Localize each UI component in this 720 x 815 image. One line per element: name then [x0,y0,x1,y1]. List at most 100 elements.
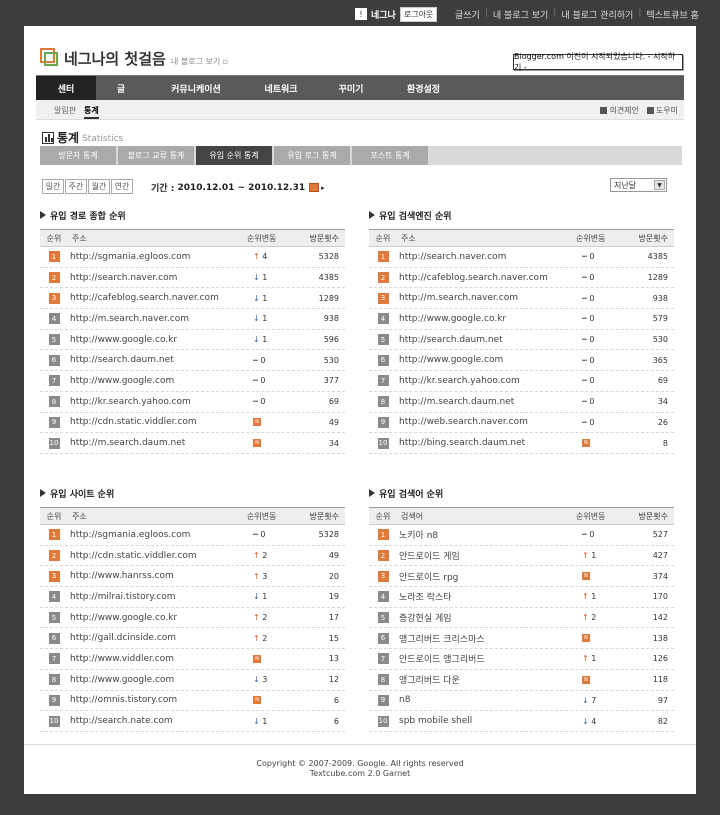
nav-network[interactable]: 네트워크 [246,76,316,100]
ranking-table: 순위 주소 순위변동 방문횟수 1 http://sgmania.egloos.com ↑ … [40,229,345,454]
row-name[interactable]: http://search.daum.net [68,355,243,365]
ranking-table: 순위 검색어 순위변동 방문횟수 1 노키아 n8 ━ 0 527 2 안드로이드 게임 ↑ 1 42… [369,507,674,732]
subnav-dashboard[interactable]: 알림판 [54,105,76,116]
user-icon: ! [355,8,367,20]
row-name[interactable]: http://cafeblog.search.naver.com [68,293,243,303]
col-name: 주소 [401,233,416,243]
tab-inflow-rank-stats[interactable]: 유입 순위 통계 [196,146,272,165]
link-textcube-home[interactable]: 텍스트큐브 홈 [646,8,699,21]
row-name[interactable]: http://m.search.daum.net [397,397,572,407]
row-name[interactable]: http://sgmania.egloos.com [68,252,243,262]
link-write[interactable]: 글쓰기 [455,8,480,21]
row-name[interactable]: http://www.google.com [68,376,243,386]
help-label: 도우미 [655,106,678,115]
row-name[interactable]: http://bing.search.daum.net [397,438,572,448]
row-name[interactable]: http://search.naver.com [397,252,572,262]
row-name[interactable]: http://www.google.com [397,355,572,365]
col-count: 방문횟수 [638,511,668,521]
help-link[interactable]: 도우미 [646,105,678,116]
period-select[interactable]: 지난달 ▼ [610,178,667,192]
row-name[interactable]: http://omnis.tistory.com [68,695,243,705]
change-value: 0 [589,397,595,407]
link-manage-blog[interactable]: 내 블로그 관리하기 [561,8,633,21]
row-name[interactable]: http://milrai.tistory.com [68,592,243,602]
blog-title[interactable]: 네그나의 첫걸음 [64,48,166,69]
table-row: 7 http://www.viddler.com N 13 [40,649,345,670]
change-value: 1 [262,335,268,345]
rank-change: ↓ 3 [243,675,295,684]
rank-badge: 1 [377,251,389,263]
row-name[interactable]: http://m.search.naver.com [397,293,572,303]
link-view-blog[interactable]: 내 블로그 보기 [493,8,548,21]
change-value: 2 [262,613,268,623]
rank-change: N [243,654,295,663]
rank-badge: 4 [377,313,389,325]
col-count: 방문횟수 [309,233,339,243]
period-monthly-button[interactable]: 월간 [88,179,110,194]
arrow-right-icon[interactable]: ▸ [321,184,325,192]
row-name[interactable]: http://search.nate.com [68,716,243,726]
row-name[interactable]: http://web.search.naver.com [397,417,572,427]
row-name[interactable]: http://www.google.com [68,675,243,685]
row-name[interactable]: http://cdn.static.viddler.com [68,551,243,561]
change-value: 0 [589,355,595,365]
view-blog-link[interactable]: 내 블로그 보기 ▫ [171,56,228,67]
tab-visitor-stats[interactable]: 방문자 통계 [40,146,116,165]
table-row: 7 http://www.google.com ━ 0 377 [40,371,345,392]
row-name[interactable]: http://m.search.naver.com [68,314,243,324]
row-name[interactable]: http://search.daum.net [397,335,572,345]
row-name[interactable]: http://gall.dcinside.com [68,633,243,643]
rank-badge: 9 [377,694,389,706]
nav-communication[interactable]: 커뮤니케이션 [146,76,246,100]
row-name[interactable]: http://cafeblog.search.naver.com [397,273,572,283]
logo-icon [40,48,58,66]
nav-post[interactable]: 글 [96,76,146,100]
row-name[interactable]: http://cdn.static.viddler.com [68,417,243,427]
row-name[interactable]: http://search.naver.com [68,273,243,283]
row-name[interactable]: http://www.google.co.kr [68,613,243,623]
table-row: 10 http://m.search.daum.net N 34 [40,433,345,454]
change-value: 0 [589,314,595,324]
change-value: 2 [591,613,597,623]
change-value: 3 [262,571,268,581]
arrow-up-icon: ↑ [582,613,589,623]
row-name: 안드로이드 게임 [399,552,460,563]
rank-badge: 6 [48,354,60,366]
arrow-up-icon: ↑ [582,654,589,664]
row-name[interactable]: http://sgmania.egloos.com [68,530,243,540]
nav-decorate[interactable]: 꾸미기 [316,76,386,100]
rank-badge: 10 [48,715,60,727]
row-name[interactable]: http://www.google.co.kr [397,314,572,324]
logout-button[interactable]: 로그아웃 [399,6,438,22]
period-weekly-button[interactable]: 주간 [65,179,87,194]
subnav-stats[interactable]: 통계 [84,105,99,119]
tab-blog-exchange-stats[interactable]: 블로그 교류 통계 [118,146,194,165]
tab-inflow-log-stats[interactable]: 유입 로그 통계 [274,146,350,165]
no-change-icon: ━ [253,376,258,386]
row-name[interactable]: http://www.viddler.com [68,654,243,664]
calendar-icon[interactable] [309,183,320,192]
row-name[interactable]: http://kr.search.yahoo.com [68,397,243,407]
divider: | [553,8,557,18]
new-badge: N [253,439,261,448]
feedback-link[interactable]: 의견제안 [600,105,639,116]
no-change-icon: ━ [582,252,587,262]
tab-post-stats[interactable]: 포스트 통계 [352,146,428,165]
rank-badge: 8 [377,674,389,686]
change-value: 1 [262,293,268,303]
migration-notice[interactable]: Blogger.com 이전이 시작되었습니다. - 시작하기 - [513,52,683,72]
row-name[interactable]: http://kr.search.yahoo.com [397,376,572,386]
period-daily-button[interactable]: 일간 [42,179,64,194]
table-row: 3 http://m.search.naver.com ━ 0 938 [369,288,674,310]
period-yearly-button[interactable]: 연간 [111,179,133,194]
rank-change: N [572,634,624,643]
rank-change: ↑ 4 [243,252,295,261]
no-change-icon: ━ [582,397,587,407]
row-name[interactable]: http://www.hanrss.com [68,571,243,581]
row-name[interactable]: http://m.search.daum.net [68,438,243,448]
rank-badge: 2 [48,550,60,562]
nav-center[interactable]: 센터 [36,76,96,100]
row-name[interactable]: http://www.google.co.kr [68,335,243,345]
rank-change: ↑ 1 [572,654,624,663]
nav-settings[interactable]: 환경설정 [386,76,461,100]
